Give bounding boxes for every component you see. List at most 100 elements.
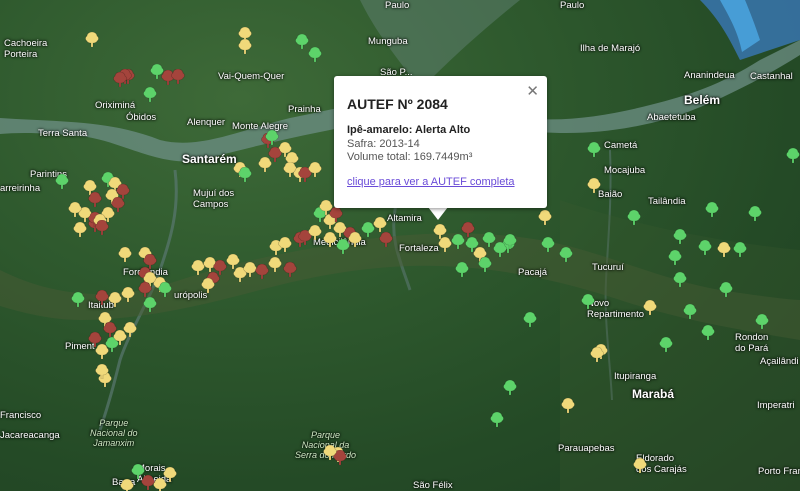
tree-marker-high[interactable] xyxy=(329,207,343,222)
tree-marker-high[interactable] xyxy=(171,69,185,84)
tree-marker-low[interactable] xyxy=(265,130,279,145)
close-icon[interactable]: ✕ xyxy=(526,82,539,100)
tree-marker-high[interactable] xyxy=(95,220,109,235)
tree-marker-low[interactable] xyxy=(71,292,85,307)
tree-marker-low[interactable] xyxy=(719,282,733,297)
tree-marker-low[interactable] xyxy=(673,272,687,287)
tree-marker-medium[interactable] xyxy=(121,287,135,302)
tree-marker-medium[interactable] xyxy=(268,257,282,272)
tree-icon xyxy=(490,412,504,427)
tree-marker-medium[interactable] xyxy=(308,225,322,240)
popup-pointer xyxy=(428,207,448,220)
tree-marker-high[interactable] xyxy=(379,232,393,247)
tree-marker-low[interactable] xyxy=(490,412,504,427)
tree-marker-high[interactable] xyxy=(138,282,152,297)
tree-icon xyxy=(95,364,109,379)
tree-marker-medium[interactable] xyxy=(348,232,362,247)
tree-marker-medium[interactable] xyxy=(643,300,657,315)
tree-marker-medium[interactable] xyxy=(323,445,337,460)
place-label-baiao: Baião xyxy=(598,189,623,200)
tree-marker-low[interactable] xyxy=(733,242,747,257)
tree-marker-medium[interactable] xyxy=(561,398,575,413)
tree-marker-low[interactable] xyxy=(455,262,469,277)
tree-marker-medium[interactable] xyxy=(258,157,272,172)
tree-marker-low[interactable] xyxy=(143,87,157,102)
tree-icon xyxy=(786,148,800,163)
place-label-terra-santa: Terra Santa xyxy=(38,128,88,139)
tree-marker-high[interactable] xyxy=(88,192,102,207)
tree-marker-low[interactable] xyxy=(559,247,573,262)
tree-marker-medium[interactable] xyxy=(85,32,99,47)
tree-marker-medium[interactable] xyxy=(717,242,731,257)
tree-marker-high[interactable] xyxy=(213,260,227,275)
tree-marker-low[interactable] xyxy=(541,237,555,252)
tree-icon xyxy=(278,237,292,252)
tree-marker-medium[interactable] xyxy=(438,237,452,252)
tree-marker-low[interactable] xyxy=(478,257,492,272)
view-full-autef-link[interactable]: clique para ver a AUTEF completa xyxy=(347,176,515,188)
tree-icon xyxy=(308,162,322,177)
tree-icon xyxy=(68,202,82,217)
tree-marker-low[interactable] xyxy=(308,47,322,62)
tree-icon xyxy=(95,290,109,305)
tree-icon xyxy=(503,234,517,249)
tree-marker-medium[interactable] xyxy=(68,202,82,217)
tree-icon xyxy=(719,282,733,297)
tree-marker-medium[interactable] xyxy=(123,322,137,337)
tree-marker-medium[interactable] xyxy=(73,222,87,237)
tree-marker-low[interactable] xyxy=(143,297,157,312)
tree-marker-low[interactable] xyxy=(503,234,517,249)
tree-marker-medium[interactable] xyxy=(118,247,132,262)
tree-icon xyxy=(265,130,279,145)
tree-marker-medium[interactable] xyxy=(120,479,134,491)
tree-marker-low[interactable] xyxy=(581,294,595,309)
tree-marker-medium[interactable] xyxy=(108,292,122,307)
tree-icon xyxy=(255,264,269,279)
tree-marker-high[interactable] xyxy=(461,222,475,237)
tree-marker-low[interactable] xyxy=(627,210,641,225)
tree-marker-medium[interactable] xyxy=(153,478,167,491)
tree-marker-low[interactable] xyxy=(698,240,712,255)
tree-marker-low[interactable] xyxy=(748,206,762,221)
tree-marker-medium[interactable] xyxy=(633,458,647,473)
tree-marker-high[interactable] xyxy=(95,290,109,305)
tree-marker-low[interactable] xyxy=(673,229,687,244)
tree-marker-low[interactable] xyxy=(55,174,69,189)
tree-marker-low[interactable] xyxy=(701,325,715,340)
place-label-parque-jamanxim: Parque Nacional do Jamanxim xyxy=(90,418,138,448)
tree-icon xyxy=(121,287,135,302)
tree-marker-medium[interactable] xyxy=(308,162,322,177)
tree-marker-medium[interactable] xyxy=(323,232,337,247)
tree-marker-low[interactable] xyxy=(295,34,309,49)
tree-icon xyxy=(283,262,297,277)
place-label-santarem: Santarém xyxy=(182,152,237,166)
tree-marker-medium[interactable] xyxy=(538,210,552,225)
place-label-sao-felix: São Félix xyxy=(413,480,453,491)
tree-marker-low[interactable] xyxy=(523,312,537,327)
tree-marker-medium[interactable] xyxy=(587,178,601,193)
tree-marker-medium[interactable] xyxy=(373,217,387,232)
tree-marker-low[interactable] xyxy=(705,202,719,217)
tree-marker-medium[interactable] xyxy=(238,39,252,54)
place-label-abaetetuba: Abaetetuba xyxy=(647,112,696,123)
tree-marker-high[interactable] xyxy=(255,264,269,279)
tree-marker-medium[interactable] xyxy=(95,364,109,379)
tree-marker-low[interactable] xyxy=(503,380,517,395)
place-label-jacareacanga: Jacareacanga xyxy=(0,430,60,441)
tree-marker-low[interactable] xyxy=(659,337,673,352)
tree-marker-medium[interactable] xyxy=(201,278,215,293)
tree-marker-high[interactable] xyxy=(113,72,127,87)
tree-marker-low[interactable] xyxy=(238,167,252,182)
tree-marker-low[interactable] xyxy=(786,148,800,163)
map-view[interactable]: Cachoeira Porteira Oriximiná Óbidos Terra S… xyxy=(0,0,800,491)
tree-marker-medium[interactable] xyxy=(590,347,604,362)
tree-marker-high[interactable] xyxy=(88,332,102,347)
tree-marker-low[interactable] xyxy=(587,142,601,157)
tree-marker-low[interactable] xyxy=(755,314,769,329)
tree-marker-low[interactable] xyxy=(158,282,172,297)
tree-marker-high[interactable] xyxy=(283,262,297,277)
tree-marker-medium[interactable] xyxy=(278,237,292,252)
tree-marker-low[interactable] xyxy=(683,304,697,319)
tree-icon xyxy=(438,237,452,252)
tree-marker-low[interactable] xyxy=(668,250,682,265)
